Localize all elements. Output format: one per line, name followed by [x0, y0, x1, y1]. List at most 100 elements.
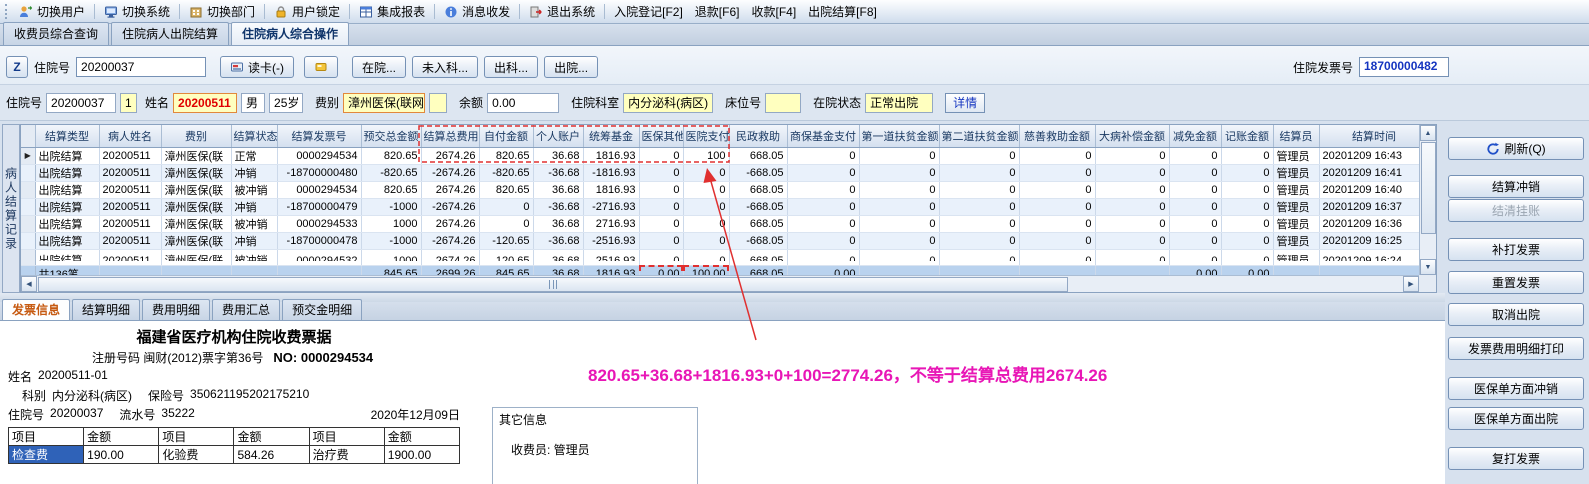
table-row[interactable]: 出院结算 20200511 漳州医保(联 被冲销 0000294533 1000 2674.…	[21, 215, 1430, 233]
out-dept-button[interactable]: 出科...	[484, 56, 539, 78]
row-selector-cell[interactable]	[21, 164, 36, 182]
tab-inpatient-operations[interactable]: 住院病人综合操作	[231, 22, 350, 45]
detail-button[interactable]: 详情	[945, 92, 986, 113]
table-cell: 出院结算	[35, 198, 100, 216]
column-header[interactable]: 结算类型	[35, 125, 100, 148]
read-card-button[interactable]: 读卡(-)	[220, 56, 295, 78]
column-header[interactable]: 预交总金额	[361, 125, 422, 148]
switch-dept-button[interactable]: 切换部门	[183, 1, 261, 22]
table-row[interactable]: 出院结算 20200511 漳州医保(联 冲销 -18700000480 -820.65-…	[21, 164, 1430, 182]
insurance-unilateral-discharge-button[interactable]: 医保单方面出院	[1448, 407, 1584, 430]
row-selector-cell[interactable]	[21, 249, 36, 266]
reset-invoice-button[interactable]: 重置发票	[1448, 271, 1584, 294]
exit-system-button[interactable]: 退出系统	[523, 1, 601, 22]
patient-gender-value: 男	[241, 92, 266, 113]
card-tool-button[interactable]	[304, 56, 339, 78]
re-print-invoice-button[interactable]: 复打发票	[1448, 447, 1584, 470]
tab-expense-detail[interactable]: 费用明细	[142, 299, 211, 320]
messages-button[interactable]: 消息收发	[438, 1, 516, 22]
invoice-item-name[interactable]: 检查费	[7, 445, 85, 464]
admission-no-input[interactable]	[76, 57, 207, 77]
integrated-reports-button[interactable]: 集成报表	[353, 1, 431, 22]
table-cell: 1000	[361, 215, 422, 233]
column-header[interactable]: 结算员	[1273, 125, 1320, 148]
exit-system-label: 退出系统	[547, 5, 596, 19]
table-cell: 0	[683, 198, 730, 216]
table-cell: 漳州医保(联	[161, 164, 232, 182]
admission-register-button[interactable]: 入院登记[F2]	[608, 1, 689, 22]
column-header[interactable]: 减免金额	[1169, 125, 1222, 148]
switch-system-button[interactable]: 切换系统	[98, 1, 176, 22]
invoice-item-name[interactable]: 化验费	[158, 445, 235, 464]
admission-no-label: 住院号	[34, 60, 71, 75]
vscroll-thumb[interactable]	[1420, 142, 1436, 234]
table-cell: -820.65	[479, 164, 534, 182]
row-selector-cell[interactable]	[21, 215, 36, 233]
invoice-item-name[interactable]: 治疗费	[308, 445, 385, 464]
column-header[interactable]: 结算总费用	[421, 125, 480, 148]
refund-button[interactable]: 退款[F6]	[689, 1, 746, 22]
row-selector-cell[interactable]	[21, 198, 36, 216]
cancel-discharge-button[interactable]: 取消出院	[1448, 303, 1584, 326]
column-header[interactable]: 民政救助	[729, 125, 788, 148]
discharge-settlement-button[interactable]: 出院结算[F8]	[802, 1, 883, 22]
horizontal-scrollbar[interactable]: ◀ ▶	[21, 275, 1419, 292]
z-button[interactable]: Z	[6, 56, 28, 78]
column-header[interactable]: 医院支付	[683, 125, 730, 148]
table-row[interactable]: 出院结算 20200511 漳州医保(联 冲销 -18700000479 -1000 -26…	[21, 198, 1430, 216]
refresh-button[interactable]: 刷新(Q)	[1448, 137, 1584, 160]
table-row[interactable]: 出院结算 20200511 漳州医保(联 被冲销 0000294534 820.65 267…	[21, 181, 1430, 199]
discharged-button[interactable]: 出院...	[544, 56, 599, 78]
switch-user-button[interactable]: 切换用户	[13, 1, 91, 22]
scroll-left-button[interactable]: ◀	[21, 276, 37, 292]
table-row[interactable]: 出院结算 20200511 漳州医保(联 被冲销 0000294532 1000 2674.…	[21, 249, 1430, 266]
column-header[interactable]: 费别	[161, 125, 232, 148]
collect-payment-button[interactable]: 收款[F4]	[745, 1, 802, 22]
scroll-down-button[interactable]: ▼	[1420, 259, 1436, 275]
column-header[interactable]: 结算发票号	[277, 125, 362, 148]
invoice-expense-detail-print-button[interactable]: 发票费用明细打印	[1448, 337, 1584, 360]
column-header[interactable]: 自付金额	[479, 125, 534, 148]
row-selector-cell[interactable]	[21, 232, 36, 250]
tab-settlement-detail[interactable]: 结算明细	[72, 299, 141, 320]
in-hospital-button[interactable]: 在院...	[352, 56, 407, 78]
column-header[interactable]: 第二道扶贫金额	[939, 125, 1020, 148]
column-header[interactable]: 结算状态	[231, 125, 278, 148]
column-header[interactable]: 医保其他	[639, 125, 684, 148]
table-cell: -2674.26	[421, 164, 480, 182]
row-selector-cell[interactable]	[21, 181, 36, 199]
tab-cashier-query[interactable]: 收费员综合查询	[3, 22, 110, 45]
tab-prepay-detail[interactable]: 预交金明细	[282, 299, 363, 320]
column-header[interactable]: 大病补偿金额	[1095, 125, 1170, 148]
column-header[interactable]: 统筹基金	[583, 125, 640, 148]
invoice-serial-label: 流水号	[119, 408, 156, 422]
column-header[interactable]: 记账金额	[1221, 125, 1274, 148]
reprint-invoice-button[interactable]: 补打发票	[1448, 238, 1584, 261]
tab-discharge-settlement[interactable]: 住院病人出院结算	[111, 22, 230, 45]
column-header[interactable]: 商保基金支付	[787, 125, 860, 148]
user-lock-button[interactable]: 用户锁定	[268, 1, 346, 22]
scroll-thumb[interactable]	[38, 276, 1068, 292]
column-header[interactable]: 慈善救助金额	[1019, 125, 1096, 148]
column-header[interactable]: 第一道扶贫金额	[859, 125, 940, 148]
tab-expense-summary[interactable]: 费用汇总	[212, 299, 281, 320]
not-admitted-button[interactable]: 未入科...	[412, 56, 479, 78]
tab-invoice-info[interactable]: 发票信息	[2, 299, 71, 320]
table-cell: 管理员	[1273, 181, 1320, 199]
table-row[interactable]: 出院结算 20200511 漳州医保(联 冲销 -18700000478 -1000 -26…	[21, 232, 1430, 250]
table-row[interactable]: ▶ 出院结算 20200511 漳州医保(联 正常 0000294534 820.65 267…	[21, 147, 1430, 165]
vertical-scrollbar[interactable]: ▲ ▼	[1419, 125, 1436, 275]
table-cell: 出院结算	[35, 249, 100, 266]
scroll-up-button[interactable]: ▲	[1420, 125, 1436, 141]
insurance-unilateral-writeoff-button[interactable]: 医保单方面冲销	[1448, 377, 1584, 400]
settlement-writeoff-button[interactable]: 结算冲销	[1448, 175, 1584, 198]
settlement-table: 结算类型 病人姓名 费别 结算状态 结算发票号 预交总金额 结算总费用 自付金额 个人账户 统筹基…	[21, 125, 1430, 284]
button-label: 结算冲销	[1491, 180, 1540, 194]
column-header[interactable]: 结算时间	[1319, 125, 1430, 148]
patient-dept-label: 住院科室	[571, 96, 620, 110]
row-selector-cell[interactable]: ▶	[21, 147, 36, 165]
column-header[interactable]: 病人姓名	[99, 125, 162, 148]
button-label: 取消出院	[1491, 308, 1540, 322]
scroll-right-button[interactable]: ▶	[1403, 276, 1419, 292]
column-header[interactable]: 个人账户	[533, 125, 584, 148]
